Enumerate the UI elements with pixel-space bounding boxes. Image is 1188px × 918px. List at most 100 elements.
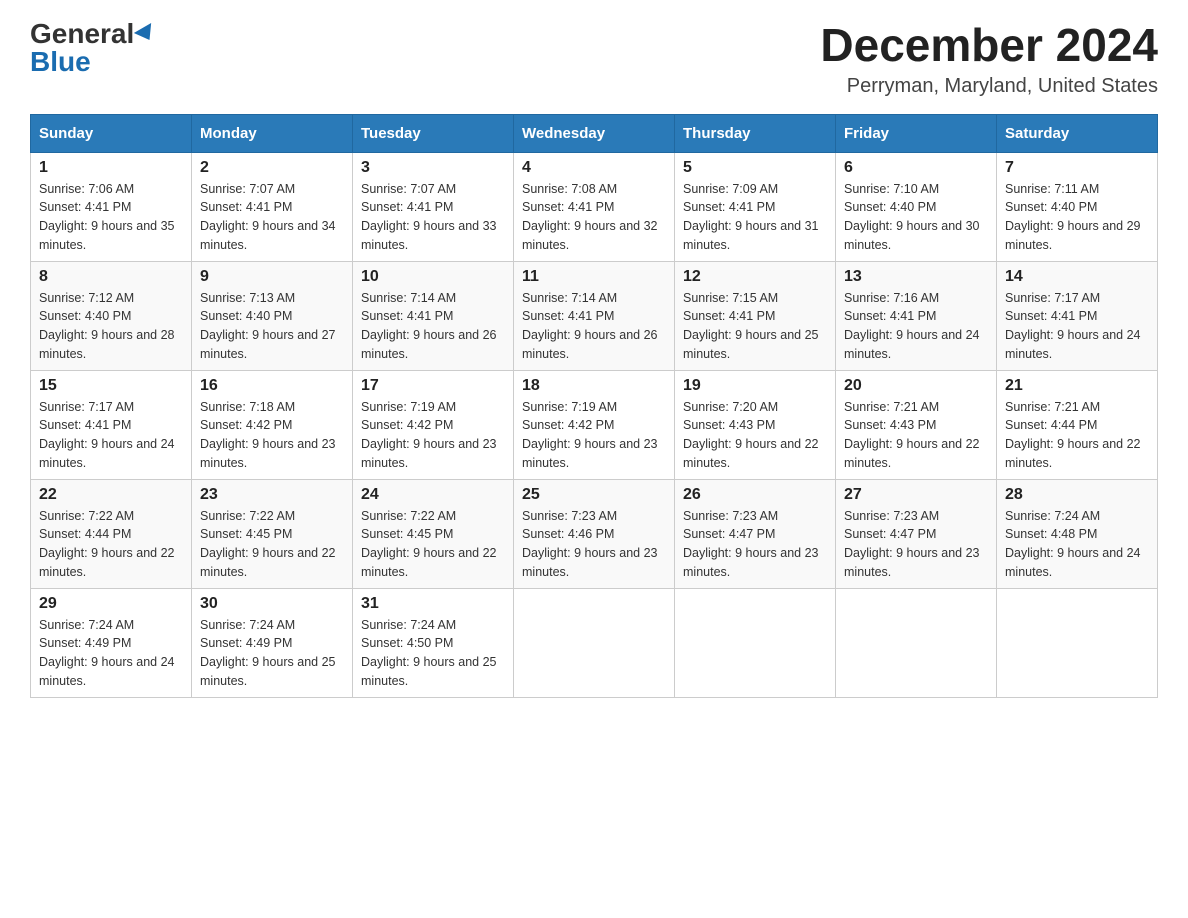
day-info: Sunrise: 7:06 AMSunset: 4:41 PMDaylight:… bbox=[39, 182, 175, 252]
day-info: Sunrise: 7:24 AMSunset: 4:49 PMDaylight:… bbox=[200, 618, 336, 688]
day-number: 1 bbox=[39, 159, 183, 177]
calendar-cell: 11 Sunrise: 7:14 AMSunset: 4:41 PMDaylig… bbox=[514, 261, 675, 370]
day-info: Sunrise: 7:16 AMSunset: 4:41 PMDaylight:… bbox=[844, 291, 980, 361]
day-info: Sunrise: 7:23 AMSunset: 4:47 PMDaylight:… bbox=[844, 509, 980, 579]
day-number: 22 bbox=[39, 486, 183, 504]
day-number: 7 bbox=[1005, 159, 1149, 177]
calendar-cell: 27 Sunrise: 7:23 AMSunset: 4:47 PMDaylig… bbox=[836, 479, 997, 588]
calendar-cell: 4 Sunrise: 7:08 AMSunset: 4:41 PMDayligh… bbox=[514, 152, 675, 261]
day-info: Sunrise: 7:18 AMSunset: 4:42 PMDaylight:… bbox=[200, 400, 336, 470]
day-number: 18 bbox=[522, 377, 666, 395]
day-number: 25 bbox=[522, 486, 666, 504]
day-number: 17 bbox=[361, 377, 505, 395]
day-info: Sunrise: 7:19 AMSunset: 4:42 PMDaylight:… bbox=[361, 400, 497, 470]
logo-blue-text: Blue bbox=[30, 48, 91, 76]
day-info: Sunrise: 7:23 AMSunset: 4:46 PMDaylight:… bbox=[522, 509, 658, 579]
logo-general-text: General bbox=[30, 20, 134, 48]
day-info: Sunrise: 7:17 AMSunset: 4:41 PMDaylight:… bbox=[1005, 291, 1141, 361]
day-info: Sunrise: 7:10 AMSunset: 4:40 PMDaylight:… bbox=[844, 182, 980, 252]
logo-triangle-icon bbox=[134, 23, 158, 45]
calendar-cell: 3 Sunrise: 7:07 AMSunset: 4:41 PMDayligh… bbox=[353, 152, 514, 261]
day-number: 3 bbox=[361, 159, 505, 177]
calendar-cell: 24 Sunrise: 7:22 AMSunset: 4:45 PMDaylig… bbox=[353, 479, 514, 588]
calendar-cell: 1 Sunrise: 7:06 AMSunset: 4:41 PMDayligh… bbox=[31, 152, 192, 261]
calendar-week-row: 15 Sunrise: 7:17 AMSunset: 4:41 PMDaylig… bbox=[31, 370, 1158, 479]
day-info: Sunrise: 7:09 AMSunset: 4:41 PMDaylight:… bbox=[683, 182, 819, 252]
calendar-cell: 13 Sunrise: 7:16 AMSunset: 4:41 PMDaylig… bbox=[836, 261, 997, 370]
day-number: 4 bbox=[522, 159, 666, 177]
day-number: 30 bbox=[200, 595, 344, 613]
day-number: 21 bbox=[1005, 377, 1149, 395]
day-info: Sunrise: 7:08 AMSunset: 4:41 PMDaylight:… bbox=[522, 182, 658, 252]
calendar-cell: 30 Sunrise: 7:24 AMSunset: 4:49 PMDaylig… bbox=[192, 588, 353, 697]
calendar-cell: 2 Sunrise: 7:07 AMSunset: 4:41 PMDayligh… bbox=[192, 152, 353, 261]
day-info: Sunrise: 7:07 AMSunset: 4:41 PMDaylight:… bbox=[200, 182, 336, 252]
day-number: 6 bbox=[844, 159, 988, 177]
calendar-cell bbox=[836, 588, 997, 697]
day-number: 8 bbox=[39, 268, 183, 286]
day-info: Sunrise: 7:22 AMSunset: 4:45 PMDaylight:… bbox=[361, 509, 497, 579]
header: General Blue December 2024 Perryman, Mar… bbox=[30, 20, 1158, 98]
day-number: 31 bbox=[361, 595, 505, 613]
day-info: Sunrise: 7:12 AMSunset: 4:40 PMDaylight:… bbox=[39, 291, 175, 361]
calendar-cell: 15 Sunrise: 7:17 AMSunset: 4:41 PMDaylig… bbox=[31, 370, 192, 479]
calendar-cell bbox=[997, 588, 1158, 697]
day-number: 23 bbox=[200, 486, 344, 504]
weekday-header-friday: Friday bbox=[836, 114, 997, 152]
day-number: 19 bbox=[683, 377, 827, 395]
calendar-cell bbox=[675, 588, 836, 697]
day-number: 27 bbox=[844, 486, 988, 504]
calendar-cell: 20 Sunrise: 7:21 AMSunset: 4:43 PMDaylig… bbox=[836, 370, 997, 479]
weekday-header-row: SundayMondayTuesdayWednesdayThursdayFrid… bbox=[31, 114, 1158, 152]
calendar-cell: 6 Sunrise: 7:10 AMSunset: 4:40 PMDayligh… bbox=[836, 152, 997, 261]
day-number: 12 bbox=[683, 268, 827, 286]
day-info: Sunrise: 7:22 AMSunset: 4:44 PMDaylight:… bbox=[39, 509, 175, 579]
day-number: 14 bbox=[1005, 268, 1149, 286]
month-title: December 2024 bbox=[820, 20, 1158, 71]
location-title: Perryman, Maryland, United States bbox=[820, 75, 1158, 98]
day-number: 15 bbox=[39, 377, 183, 395]
calendar-cell: 31 Sunrise: 7:24 AMSunset: 4:50 PMDaylig… bbox=[353, 588, 514, 697]
day-number: 9 bbox=[200, 268, 344, 286]
day-info: Sunrise: 7:21 AMSunset: 4:43 PMDaylight:… bbox=[844, 400, 980, 470]
calendar-cell: 21 Sunrise: 7:21 AMSunset: 4:44 PMDaylig… bbox=[997, 370, 1158, 479]
calendar-cell: 12 Sunrise: 7:15 AMSunset: 4:41 PMDaylig… bbox=[675, 261, 836, 370]
day-info: Sunrise: 7:20 AMSunset: 4:43 PMDaylight:… bbox=[683, 400, 819, 470]
day-info: Sunrise: 7:21 AMSunset: 4:44 PMDaylight:… bbox=[1005, 400, 1141, 470]
weekday-header-sunday: Sunday bbox=[31, 114, 192, 152]
calendar-cell: 22 Sunrise: 7:22 AMSunset: 4:44 PMDaylig… bbox=[31, 479, 192, 588]
day-number: 13 bbox=[844, 268, 988, 286]
day-info: Sunrise: 7:14 AMSunset: 4:41 PMDaylight:… bbox=[361, 291, 497, 361]
calendar-cell: 29 Sunrise: 7:24 AMSunset: 4:49 PMDaylig… bbox=[31, 588, 192, 697]
calendar-table: SundayMondayTuesdayWednesdayThursdayFrid… bbox=[30, 114, 1158, 698]
day-number: 16 bbox=[200, 377, 344, 395]
day-info: Sunrise: 7:19 AMSunset: 4:42 PMDaylight:… bbox=[522, 400, 658, 470]
day-number: 29 bbox=[39, 595, 183, 613]
weekday-header-monday: Monday bbox=[192, 114, 353, 152]
day-info: Sunrise: 7:15 AMSunset: 4:41 PMDaylight:… bbox=[683, 291, 819, 361]
day-number: 11 bbox=[522, 268, 666, 286]
calendar-cell: 19 Sunrise: 7:20 AMSunset: 4:43 PMDaylig… bbox=[675, 370, 836, 479]
day-number: 2 bbox=[200, 159, 344, 177]
calendar-cell: 26 Sunrise: 7:23 AMSunset: 4:47 PMDaylig… bbox=[675, 479, 836, 588]
day-number: 24 bbox=[361, 486, 505, 504]
calendar-cell: 18 Sunrise: 7:19 AMSunset: 4:42 PMDaylig… bbox=[514, 370, 675, 479]
calendar-cell: 7 Sunrise: 7:11 AMSunset: 4:40 PMDayligh… bbox=[997, 152, 1158, 261]
day-info: Sunrise: 7:24 AMSunset: 4:49 PMDaylight:… bbox=[39, 618, 175, 688]
calendar-cell: 23 Sunrise: 7:22 AMSunset: 4:45 PMDaylig… bbox=[192, 479, 353, 588]
day-info: Sunrise: 7:23 AMSunset: 4:47 PMDaylight:… bbox=[683, 509, 819, 579]
day-info: Sunrise: 7:14 AMSunset: 4:41 PMDaylight:… bbox=[522, 291, 658, 361]
calendar-week-row: 29 Sunrise: 7:24 AMSunset: 4:49 PMDaylig… bbox=[31, 588, 1158, 697]
day-number: 5 bbox=[683, 159, 827, 177]
calendar-cell: 28 Sunrise: 7:24 AMSunset: 4:48 PMDaylig… bbox=[997, 479, 1158, 588]
calendar-week-row: 8 Sunrise: 7:12 AMSunset: 4:40 PMDayligh… bbox=[31, 261, 1158, 370]
day-number: 10 bbox=[361, 268, 505, 286]
calendar-cell: 14 Sunrise: 7:17 AMSunset: 4:41 PMDaylig… bbox=[997, 261, 1158, 370]
weekday-header-thursday: Thursday bbox=[675, 114, 836, 152]
weekday-header-tuesday: Tuesday bbox=[353, 114, 514, 152]
day-number: 28 bbox=[1005, 486, 1149, 504]
calendar-cell: 10 Sunrise: 7:14 AMSunset: 4:41 PMDaylig… bbox=[353, 261, 514, 370]
title-area: December 2024 Perryman, Maryland, United… bbox=[820, 20, 1158, 98]
calendar-cell: 5 Sunrise: 7:09 AMSunset: 4:41 PMDayligh… bbox=[675, 152, 836, 261]
day-info: Sunrise: 7:13 AMSunset: 4:40 PMDaylight:… bbox=[200, 291, 336, 361]
